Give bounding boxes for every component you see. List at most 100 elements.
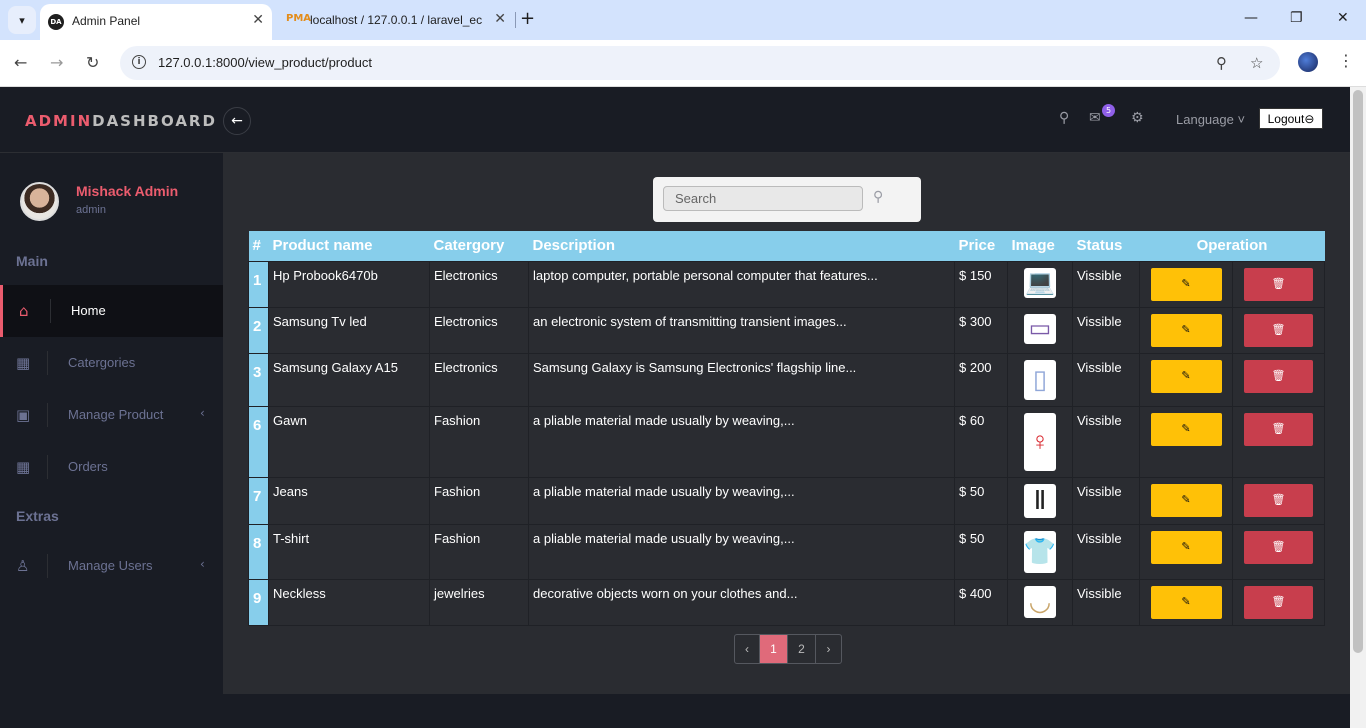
edit-button[interactable]: ✎ [1150,359,1222,393]
delete-button[interactable]: 🗑 [1244,530,1313,564]
edit-button[interactable]: ✎ [1150,412,1222,446]
pagination: ‹ 1 2 › [734,634,842,664]
column-header: Catergory [429,231,529,261]
edit-button[interactable]: ✎ [1150,483,1222,517]
product-status: Vissible [1072,578,1140,626]
sidebar-item-manage-product[interactable]: ▣ Manage Product ‹ [0,389,223,441]
logout-button[interactable]: Logout ⊖ [1259,108,1323,129]
scrollbar[interactable] [1350,87,1366,728]
delete-button[interactable]: 🗑 [1244,585,1313,619]
bookmark-star-icon[interactable]: ☆ [1250,54,1263,72]
edit-button[interactable]: ✎ [1150,267,1222,301]
edit-button[interactable]: ✎ [1150,313,1222,347]
user-name: Mishack Admin [76,183,179,199]
product-image-cell: ♀ [1007,405,1073,478]
delete-button[interactable]: 🗑 [1244,412,1313,446]
new-tab-button[interactable]: + [520,8,535,29]
laptop-image: 💻 [1024,267,1056,298]
tab-admin-panel[interactable]: DA Admin Panel ✕ [40,4,272,40]
restore-icon[interactable]: ❐ [1290,10,1303,26]
sidebar-item-categories[interactable]: ▦ Catergories [0,337,223,389]
divider [47,403,48,427]
row-id: 2 [248,306,269,354]
sidebar-item-label: Manage Users [68,558,153,573]
admin-app: ADMINDASHBOARD ← ⚲ ✉ 5 ⚙ Language ˅ Logo… [0,87,1350,728]
search-icon[interactable]: ⚲ [1059,110,1069,126]
tab-phpmyadmin[interactable]: PMA localhost / 127.0.0.1 / laravel_ec ✕ [278,4,512,36]
sidebar-toggle-button[interactable]: ← [223,107,251,135]
product-category: jewelries [429,578,529,626]
page-1-button[interactable]: 1 [760,635,788,663]
delete-button[interactable]: 🗑 [1244,267,1313,301]
language-dropdown[interactable]: Language ˅ [1176,112,1245,127]
reload-icon[interactable]: ↻ [86,53,99,72]
edit-cell: ✎ [1139,523,1233,580]
product-status: Vissible [1072,260,1140,308]
product-status: Vissible [1072,306,1140,354]
necklace-image: ◡ [1024,585,1056,618]
forward-icon[interactable]: → [50,53,63,72]
brand-logo[interactable]: ADMINDASHBOARD [25,112,217,130]
column-header: Status [1072,231,1140,261]
prev-page-button[interactable]: ‹ [735,635,760,663]
tv-image: ▭ [1024,313,1056,344]
delete-button[interactable]: 🗑 [1244,313,1313,347]
search-icon[interactable]: ⚲ [873,189,883,205]
mail-icon[interactable]: ✉ [1089,110,1101,126]
search-input[interactable]: Search [663,186,863,211]
trash-icon: 🗑 [1271,540,1286,553]
url-input[interactable]: i 127.0.0.1:8000/view_product/product ⚲ … [120,46,1280,80]
next-page-button[interactable]: › [816,635,841,663]
close-icon[interactable]: ✕ [252,12,264,28]
product-category: Electronics [429,306,529,354]
product-price: $ 200 [954,352,1008,407]
product-category: Electronics [429,352,529,407]
page-2-button[interactable]: 2 [788,635,816,663]
column-header: Image [1007,231,1073,261]
sidebar-item-home[interactable]: ⌂ Home [0,285,223,337]
browser-menu-icon[interactable]: ⋮ [1338,51,1354,70]
site-info-icon[interactable]: i [132,55,146,69]
close-icon[interactable]: ✕ [494,11,506,27]
home-icon: ⌂ [19,302,29,320]
product-status: Vissible [1072,523,1140,580]
sidebar-item-label: Manage Product [68,407,164,422]
table-row: 8 T-shirt Fashion a pliable material made u… [248,523,1325,580]
tab-search-button[interactable]: ▾ [8,6,36,34]
table-row: 7 Jeans Fashion a pliable material made usu… [248,476,1325,525]
edit-button[interactable]: ✎ [1150,530,1222,564]
settings-icon[interactable]: ⚙ [1131,110,1144,126]
back-icon[interactable]: ← [14,53,27,72]
sidebar-item-orders[interactable]: ▦ Orders [0,441,223,493]
scrollbar-thumb[interactable] [1353,90,1363,653]
delete-button[interactable]: 🗑 [1244,359,1313,393]
edit-button[interactable]: ✎ [1150,585,1222,619]
product-image-cell: 👕 [1007,523,1073,580]
edit-cell: ✎ [1139,578,1233,626]
product-price: $ 50 [954,476,1008,525]
window-close-icon[interactable]: ✕ [1337,10,1349,26]
footer [223,694,1350,728]
sidebar-item-manage-users[interactable]: ♙ Manage Users ‹ [0,540,223,592]
column-header: Description [528,231,955,261]
delete-button[interactable]: 🗑 [1244,483,1313,517]
grid-icon: ▦ [16,354,31,372]
zoom-icon[interactable]: ⚲ [1216,54,1227,72]
tab-title: localhost / 127.0.0.1 / laravel_ec [310,13,483,27]
sidebar-item-label: Catergories [68,355,136,370]
product-description: a pliable material made usually by weavi… [528,405,955,478]
product-name: Gawn [268,405,430,478]
section-extras: Extras [16,508,59,524]
phone-image: ▯ [1024,359,1056,400]
delete-cell: 🗑 [1232,405,1325,478]
product-name: Samsung Galaxy A15 [268,352,430,407]
main-content: Search ⚲ # Product name Catergory Descri… [223,153,1350,694]
window-icon: ▣ [16,406,31,424]
trash-icon: 🗑 [1271,323,1286,336]
table-header-row: # Product name Catergory Description Pri… [248,231,1325,261]
edit-cell: ✎ [1139,476,1233,525]
profile-avatar[interactable] [1298,52,1318,72]
minimize-icon[interactable]: — [1244,10,1258,26]
column-header: Price [954,231,1008,261]
delete-cell: 🗑 [1232,260,1325,308]
